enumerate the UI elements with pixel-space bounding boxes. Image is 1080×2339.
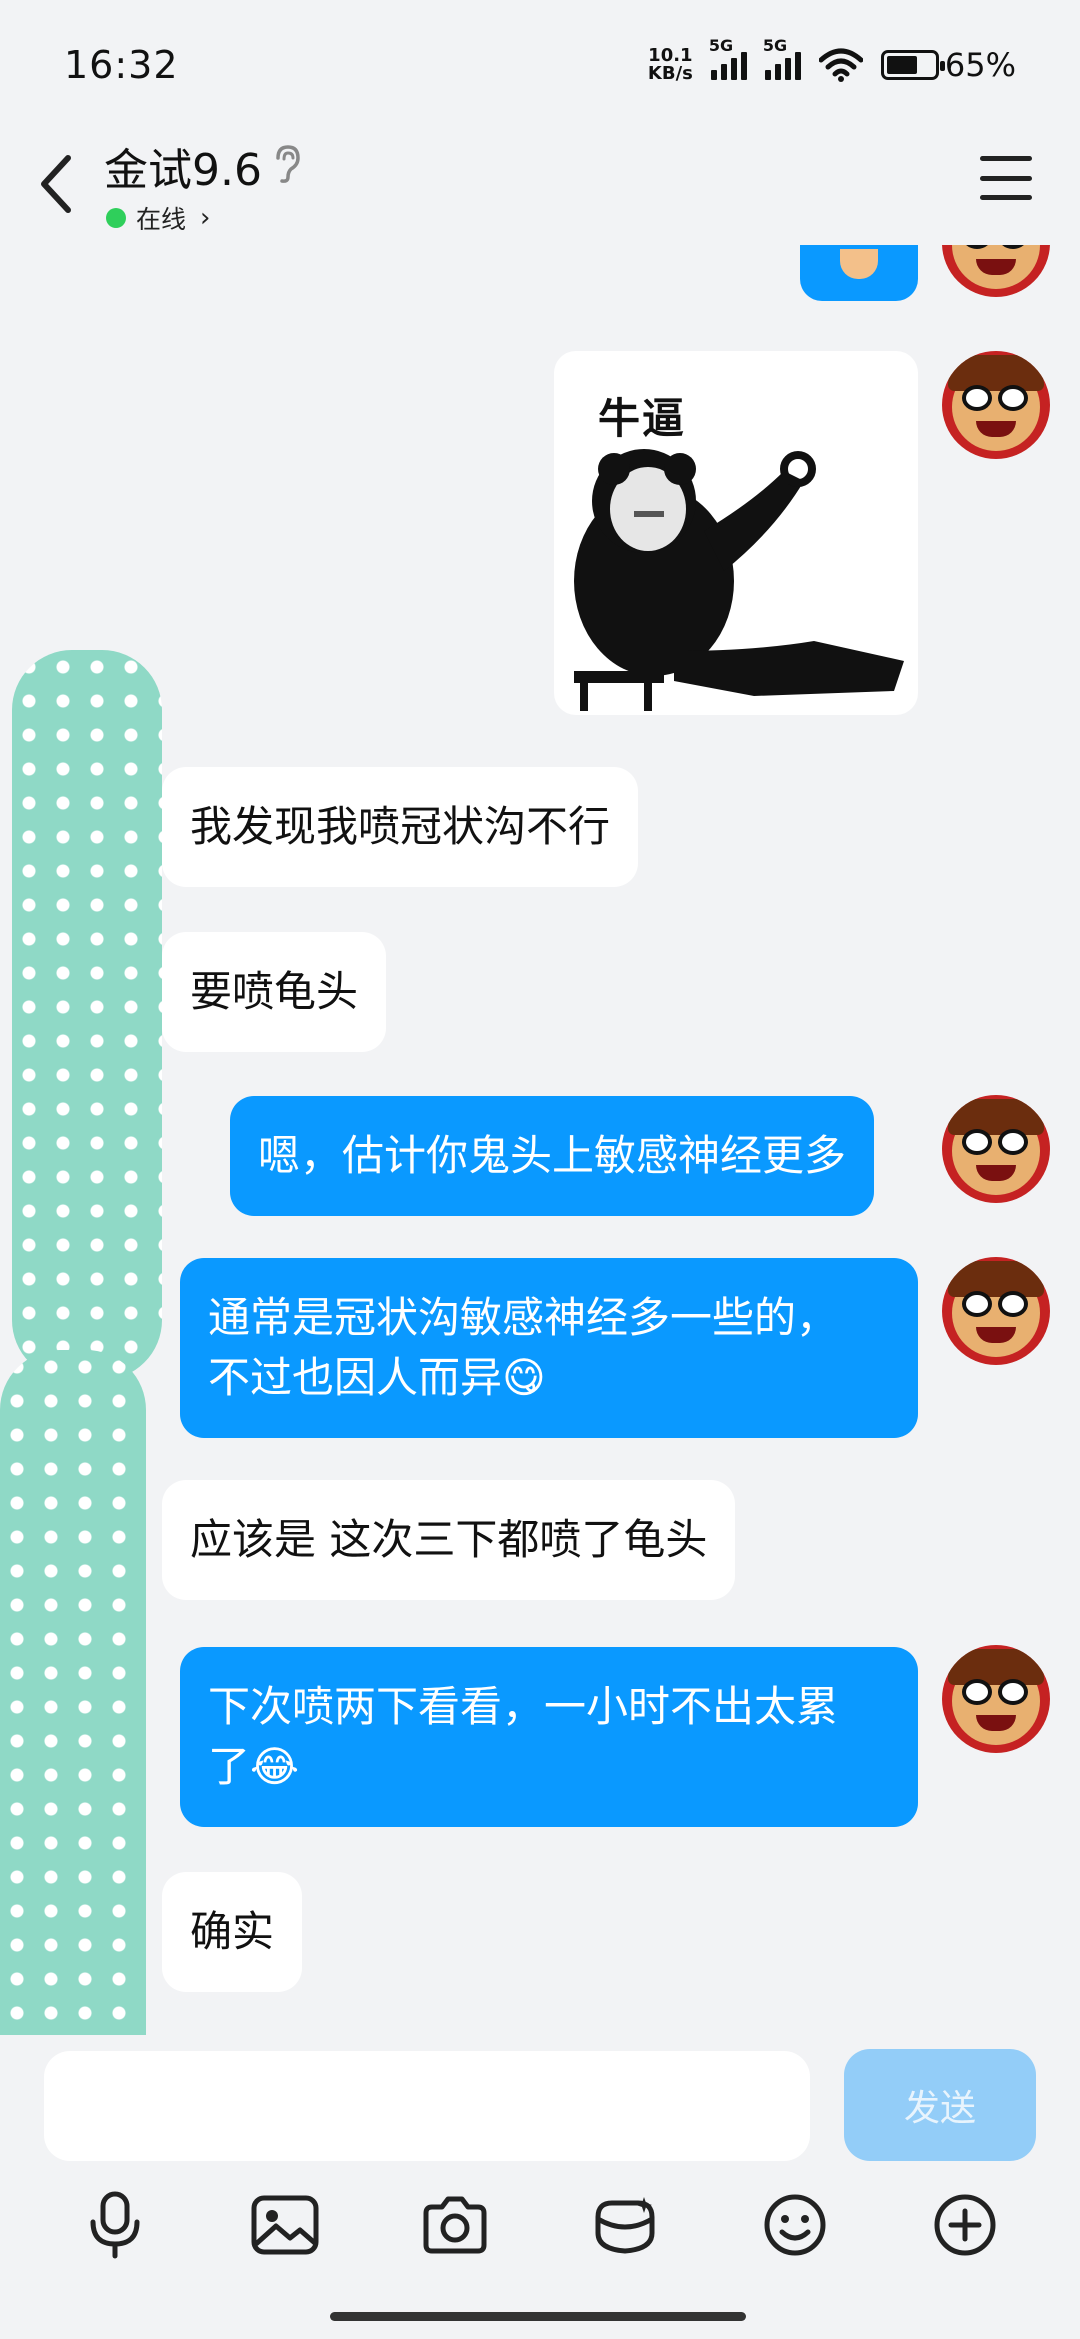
camera-icon[interactable] <box>410 2180 500 2270</box>
emoji-icon[interactable] <box>750 2180 840 2270</box>
signal-icon: 5G <box>763 36 801 80</box>
incoming-message[interactable]: 确实 <box>162 1872 303 1992</box>
wifi-icon <box>818 48 863 82</box>
composer: 发送 <box>0 2035 1080 2165</box>
my-avatar[interactable] <box>942 1645 1050 1753</box>
battery-icon <box>880 50 945 80</box>
outgoing-message[interactable]: 嗯，估计你鬼头上敏感神经更多 <box>230 1096 875 1216</box>
input-toolbar <box>0 2175 1080 2275</box>
status-bar: 16:32 10.1 KB/s 5G 5G 65% <box>0 0 1080 130</box>
home-indicator[interactable] <box>330 2312 746 2321</box>
plus-icon[interactable] <box>920 2180 1010 2270</box>
microphone-icon[interactable] <box>70 2180 160 2270</box>
partial-message <box>800 245 918 301</box>
send-button[interactable]: 发送 <box>844 2049 1036 2161</box>
red-packet-icon[interactable] <box>580 2180 670 2270</box>
contact-name[interactable]: 金试9.6 <box>104 134 262 198</box>
sticker-message[interactable]: 牛逼 <box>554 351 918 715</box>
message-input[interactable] <box>44 2051 810 2161</box>
menu-icon[interactable] <box>980 156 1032 200</box>
outgoing-message[interactable]: 通常是冠状沟敏感神经多一些的， 不过也因人而异😋 <box>180 1258 918 1438</box>
my-avatar[interactable] <box>942 1257 1050 1365</box>
my-avatar[interactable] <box>942 245 1050 297</box>
message-list[interactable]: 牛逼 我发现我喷冠状沟不行 要喷龟头 嗯，估计你鬼头上敏感神经更多 通常是冠状沟… <box>0 245 1080 2035</box>
network-speed: 10.1 KB/s <box>647 45 693 84</box>
chevron-right-icon: › <box>200 203 211 233</box>
signal-icon: 5G <box>709 36 747 80</box>
image-icon[interactable] <box>240 2180 330 2270</box>
sticker-caption: 牛逼 <box>598 394 687 443</box>
ear-icon[interactable] <box>272 144 302 184</box>
incoming-message[interactable]: 要喷龟头 <box>162 932 387 1052</box>
online-status[interactable]: 在线 › <box>106 200 210 236</box>
chat-header: 金试9.6 在线 › <box>0 130 1080 245</box>
my-avatar[interactable] <box>942 1095 1050 1203</box>
online-dot <box>106 208 126 228</box>
incoming-message[interactable]: 应该是 这次三下都喷了龟头 <box>162 1480 736 1600</box>
status-icons: 10.1 KB/s 5G 5G 65% <box>647 36 1016 84</box>
incoming-message[interactable]: 我发现我喷冠状沟不行 <box>162 767 639 887</box>
contact-avatar[interactable] <box>12 650 162 1380</box>
back-arrow-icon[interactable] <box>32 144 82 224</box>
status-time: 16:32 <box>64 43 179 87</box>
battery-indicator: 65% <box>880 46 1016 84</box>
contact-avatar[interactable] <box>0 1350 146 2035</box>
outgoing-message[interactable]: 下次喷两下看看，一小时不出太累 了😂 <box>180 1647 918 1827</box>
my-avatar[interactable] <box>942 351 1050 459</box>
